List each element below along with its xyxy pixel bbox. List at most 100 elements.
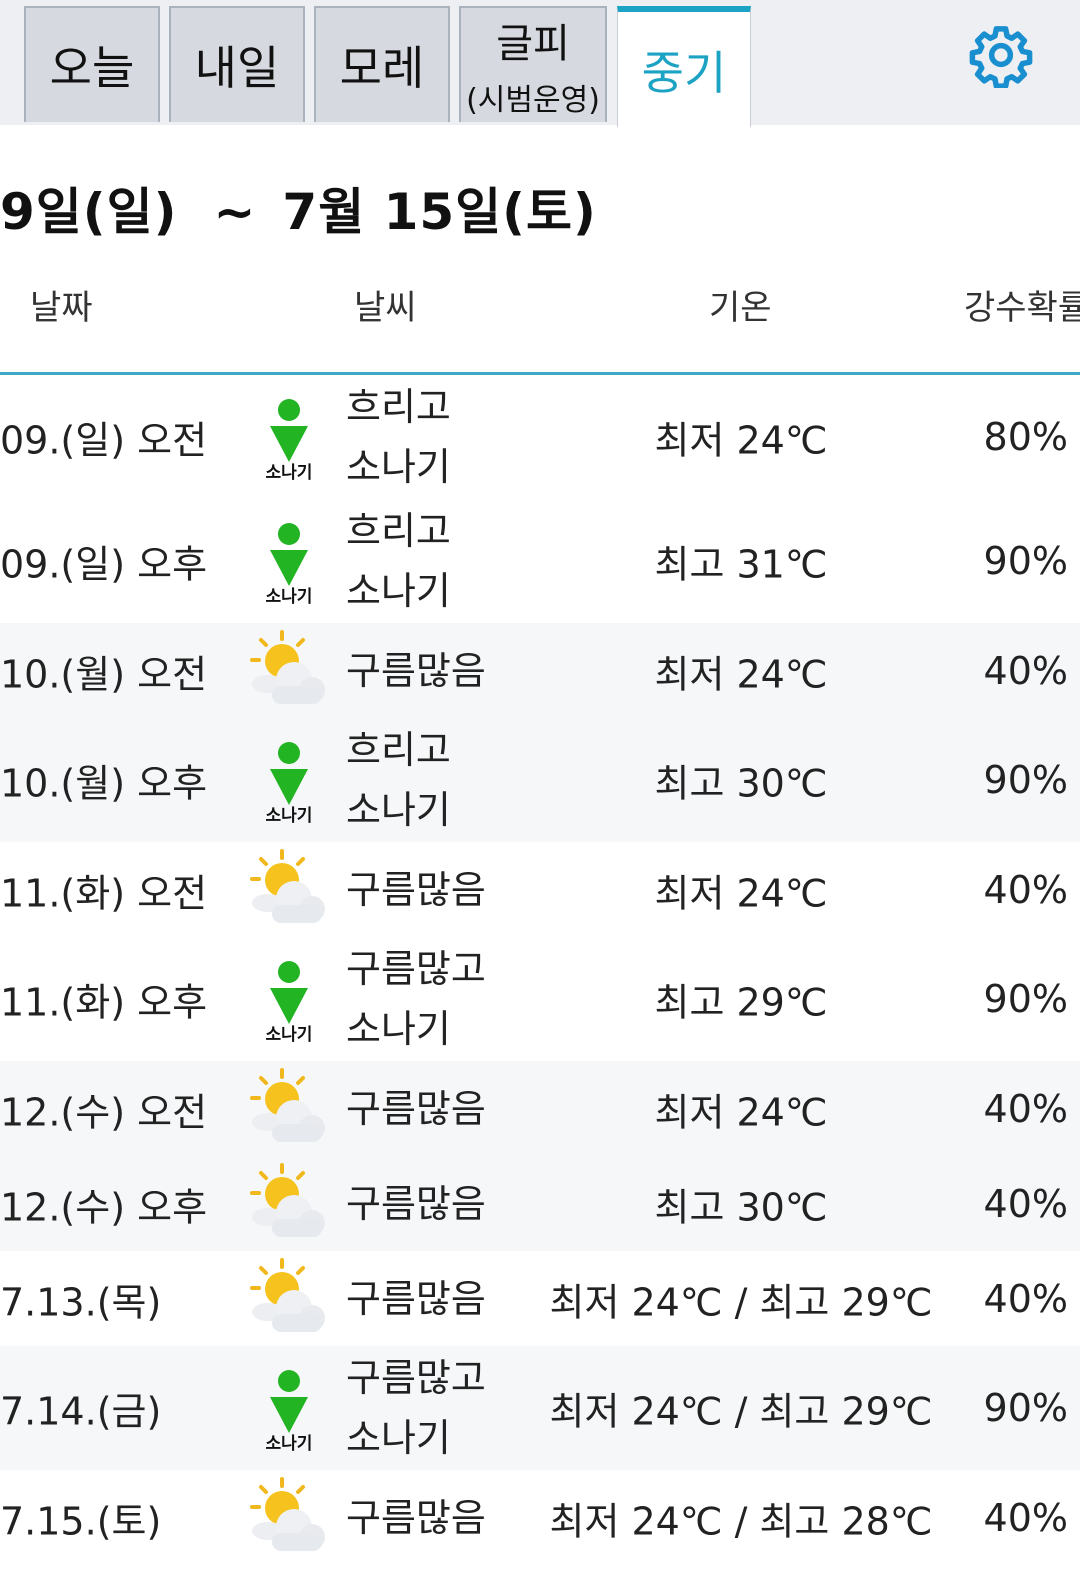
row-date: 12.(수) 오후	[0, 1185, 208, 1229]
tab-label: 오늘	[49, 41, 135, 95]
period-end: 7월 15일(토)	[282, 183, 597, 241]
tab-label: 모레	[339, 41, 425, 95]
shower-icon-label: 소나기	[266, 1025, 313, 1042]
tab-label: 내일	[194, 41, 280, 95]
weather-icon	[246, 1161, 332, 1247]
row-date: 10.(월) 오전	[0, 652, 208, 696]
shower-icon: 소나기	[266, 961, 313, 1045]
weather-text-line: 구름많음	[346, 1495, 486, 1540]
row-precipitation: 40%	[983, 1086, 1068, 1131]
period-separator: ~	[213, 183, 257, 241]
row-weather: 흐리고 소나기	[346, 501, 451, 621]
table-row: 12.(수) 오후 구름많음 최고 30℃ 40%	[0, 1156, 1080, 1251]
row-precipitation: 80%	[983, 415, 1068, 459]
row-precipitation: 40%	[983, 1181, 1068, 1226]
weather-icon	[246, 847, 332, 933]
row-temperature: 최저 24℃	[654, 871, 828, 915]
partly-cloudy-icon	[250, 1162, 325, 1237]
weather-text-line: 구름많음	[346, 1276, 486, 1321]
row-weather: 구름많음	[346, 1079, 486, 1139]
row-temperature: 최저 24℃ / 최고 28℃	[549, 1499, 933, 1543]
row-precipitation: 90%	[983, 758, 1068, 802]
table-row: 11.(화) 오후 소나기 구름많고 소나기 최고 29℃ 90%	[0, 937, 1080, 1061]
row-weather: 구름많고 소나기	[346, 939, 486, 1059]
row-weather: 구름많고소나기	[346, 1348, 486, 1468]
weather-icon: 소나기	[246, 1365, 332, 1454]
weather-text-line: 흐리고	[346, 728, 451, 772]
row-precipitation: 40%	[983, 1276, 1068, 1321]
tab-label: 중기	[641, 45, 727, 100]
row-weather: 구름많음	[346, 860, 486, 920]
row-precipitation: 40%	[983, 1495, 1068, 1540]
row-date: 11.(화) 오후	[0, 980, 208, 1025]
tab-three-days-later[interactable]: 글피 (시범운영)	[459, 6, 607, 122]
row-temperature: 최저 24℃	[654, 418, 828, 463]
row-date: 09.(일) 오전	[0, 418, 208, 463]
table-row: 09.(일) 오전 소나기 흐리고 소나기 최저 24℃ 80%	[0, 375, 1080, 499]
shower-icon-label: 소나기	[266, 1434, 313, 1451]
tab-sublabel: (시범운영)	[466, 83, 600, 118]
shower-icon: 소나기	[266, 742, 312, 826]
tab-tomorrow[interactable]: 내일	[169, 6, 305, 122]
weather-text-line: 소나기	[346, 445, 451, 489]
row-weather: 구름많음	[346, 1488, 486, 1548]
weather-text-line: 구름많음	[346, 1086, 486, 1131]
row-weather: 구름많음	[346, 1269, 486, 1329]
row-weather: 구름많음	[346, 1174, 486, 1234]
partly-cloudy-icon	[250, 629, 325, 704]
shower-icon-label: 소나기	[266, 463, 313, 480]
row-weather: 구름많음	[346, 641, 486, 701]
tab-today[interactable]: 오늘	[24, 6, 160, 122]
row-date: 7.15.(토)	[0, 1499, 162, 1543]
row-weather: 흐리고소나기	[346, 720, 451, 840]
table-row: 12.(수) 오전 구름많음 최저 24℃ 40%	[0, 1061, 1080, 1156]
partly-cloudy-icon	[250, 1257, 325, 1332]
shower-icon: 소나기	[266, 399, 313, 483]
row-temperature: 최저 24℃	[654, 1090, 828, 1134]
weather-text-line: 구름많고	[346, 1356, 486, 1400]
partly-cloudy-icon	[250, 848, 325, 923]
weather-text-line: 흐리고	[346, 509, 451, 553]
weather-icon: 소나기	[246, 956, 332, 1045]
forecast-period: 9일(일) ~7월 15일(토)	[0, 172, 597, 241]
partly-cloudy-icon	[250, 1476, 325, 1551]
weather-text-line: 구름많음	[346, 648, 486, 693]
tab-bar: 오늘 내일 모레 글피 (시범운영) 중기	[0, 0, 1080, 127]
weather-icon	[246, 628, 332, 714]
weather-text-line: 소나기	[346, 788, 451, 832]
header-temperature: 기온	[709, 288, 772, 328]
row-precipitation: 90%	[983, 1386, 1068, 1430]
row-precipitation: 40%	[983, 867, 1068, 912]
row-date: 10.(월) 오후	[0, 761, 208, 806]
row-temperature: 최저 24℃ / 최고 29℃	[549, 1389, 933, 1434]
row-date: 7.13.(목)	[0, 1280, 162, 1324]
table-row: 11.(화) 오전 구름많음 최저 24℃ 40%	[0, 842, 1080, 937]
period-start: 9일(일)	[0, 183, 178, 241]
partly-cloudy-icon	[250, 1067, 325, 1142]
row-temperature: 최저 24℃	[654, 652, 828, 696]
row-temperature: 최저 24℃ / 최고 29℃	[549, 1280, 933, 1324]
weather-icon	[246, 1475, 332, 1561]
tab-label: 글피	[496, 21, 570, 67]
gear-icon[interactable]	[968, 22, 1034, 88]
shower-icon-label: 소나기	[266, 587, 313, 604]
weather-text-line: 구름많음	[346, 1181, 486, 1226]
weather-icon: 소나기	[246, 737, 332, 826]
table-header: 날짜 날씨 기온 강수확률	[0, 262, 1080, 375]
weather-icon: 소나기	[246, 518, 332, 607]
tab-day-after-tomorrow[interactable]: 모레	[314, 6, 450, 122]
tab-mid-term[interactable]: 중기	[617, 6, 751, 127]
table-row: 09.(일) 오후 소나기 흐리고 소나기 최고 31℃ 90%	[0, 499, 1080, 623]
forecast-table: 09.(일) 오전 소나기 흐리고 소나기 최저 24℃ 80% 09.(일) 오…	[0, 375, 1080, 1565]
weather-text-line: 소나기	[346, 1416, 451, 1460]
row-date: 7.14.(금)	[0, 1389, 162, 1434]
row-weather: 흐리고 소나기	[346, 377, 451, 497]
weather-text-line: 소나기	[346, 1007, 451, 1051]
table-row: 7.13.(목) 구름많음 최저 24℃ / 최고 29℃ 40%	[0, 1251, 1080, 1346]
row-date: 12.(수) 오전	[0, 1090, 208, 1134]
header-date: 날짜	[30, 288, 93, 328]
header-weather: 날씨	[354, 288, 417, 328]
table-row: 7.14.(금) 소나기 구름많고소나기 최저 24℃ / 최고 29℃ 90%	[0, 1346, 1080, 1470]
table-row: 7.15.(토) 구름많음 최저 24℃ / 최고 28℃ 40%	[0, 1470, 1080, 1565]
row-temperature: 최고 30℃	[654, 1185, 828, 1229]
